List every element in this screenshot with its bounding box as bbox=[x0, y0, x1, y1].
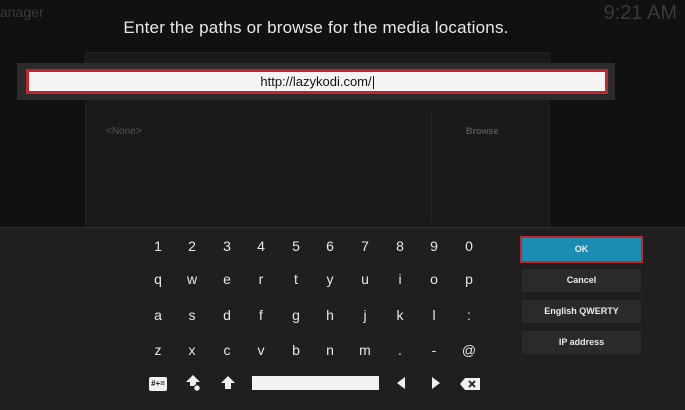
key-colon[interactable]: : bbox=[454, 304, 484, 326]
key-9[interactable]: 9 bbox=[419, 235, 449, 257]
key-u[interactable]: u bbox=[350, 268, 380, 290]
cancel-button[interactable]: Cancel bbox=[522, 269, 641, 292]
key-r[interactable]: r bbox=[246, 268, 276, 290]
symbols-key-label: #+= bbox=[149, 377, 167, 391]
key-1[interactable]: 1 bbox=[143, 235, 173, 257]
key-n[interactable]: n bbox=[315, 339, 345, 361]
background-divider bbox=[431, 111, 432, 221]
key-j[interactable]: j bbox=[350, 304, 380, 326]
path-input[interactable]: http://lazykodi.com/ bbox=[26, 69, 608, 94]
symbols-key[interactable]: #+= bbox=[146, 375, 170, 393]
key-o[interactable]: o bbox=[419, 268, 449, 290]
arrow-right-icon[interactable] bbox=[428, 374, 444, 392]
key-z[interactable]: z bbox=[143, 339, 173, 361]
path-input-value: http://lazykodi.com/ bbox=[260, 74, 372, 89]
key-0[interactable]: 0 bbox=[454, 235, 484, 257]
key-i[interactable]: i bbox=[385, 268, 415, 290]
space-bar[interactable] bbox=[252, 376, 379, 390]
dialog-title: Enter the paths or browse for the media … bbox=[123, 18, 509, 37]
key-at[interactable]: @ bbox=[454, 339, 484, 361]
key-dash[interactable]: - bbox=[419, 339, 449, 361]
key-q[interactable]: q bbox=[143, 268, 173, 290]
key-8[interactable]: 8 bbox=[385, 235, 415, 257]
key-w[interactable]: w bbox=[177, 268, 207, 290]
input-panel: http://lazykodi.com/ bbox=[17, 63, 615, 100]
key-7[interactable]: 7 bbox=[350, 235, 380, 257]
arrow-left-icon[interactable] bbox=[393, 374, 409, 392]
key-s[interactable]: s bbox=[177, 304, 207, 326]
key-v[interactable]: v bbox=[246, 339, 276, 361]
key-x[interactable]: x bbox=[177, 339, 207, 361]
text-caret bbox=[372, 76, 374, 90]
backspace-icon[interactable] bbox=[458, 375, 482, 393]
key-p[interactable]: p bbox=[454, 268, 484, 290]
key-l[interactable]: l bbox=[419, 304, 449, 326]
key-e[interactable]: e bbox=[212, 268, 242, 290]
keyboard-layout-button[interactable]: English QWERTY bbox=[522, 300, 641, 323]
key-k[interactable]: k bbox=[385, 304, 415, 326]
key-t[interactable]: t bbox=[281, 268, 311, 290]
key-m[interactable]: m bbox=[350, 339, 380, 361]
ok-button[interactable]: OK bbox=[520, 236, 643, 263]
key-a[interactable]: a bbox=[143, 304, 173, 326]
key-h[interactable]: h bbox=[315, 304, 345, 326]
key-period[interactable]: . bbox=[385, 339, 415, 361]
key-d[interactable]: d bbox=[212, 304, 242, 326]
key-g[interactable]: g bbox=[281, 304, 311, 326]
key-y[interactable]: y bbox=[315, 268, 345, 290]
key-6[interactable]: 6 bbox=[315, 235, 345, 257]
ip-address-button[interactable]: IP address bbox=[522, 331, 641, 354]
key-3[interactable]: 3 bbox=[212, 235, 242, 257]
caps-lock-icon[interactable] bbox=[182, 374, 204, 392]
key-2[interactable]: 2 bbox=[177, 235, 207, 257]
background-browse-button: Browse bbox=[466, 126, 499, 136]
key-4[interactable]: 4 bbox=[246, 235, 276, 257]
key-f[interactable]: f bbox=[246, 304, 276, 326]
key-5[interactable]: 5 bbox=[281, 235, 311, 257]
background-none-entry: <None> bbox=[106, 126, 142, 137]
key-c[interactable]: c bbox=[212, 339, 242, 361]
shift-icon[interactable] bbox=[218, 374, 238, 392]
key-b[interactable]: b bbox=[281, 339, 311, 361]
